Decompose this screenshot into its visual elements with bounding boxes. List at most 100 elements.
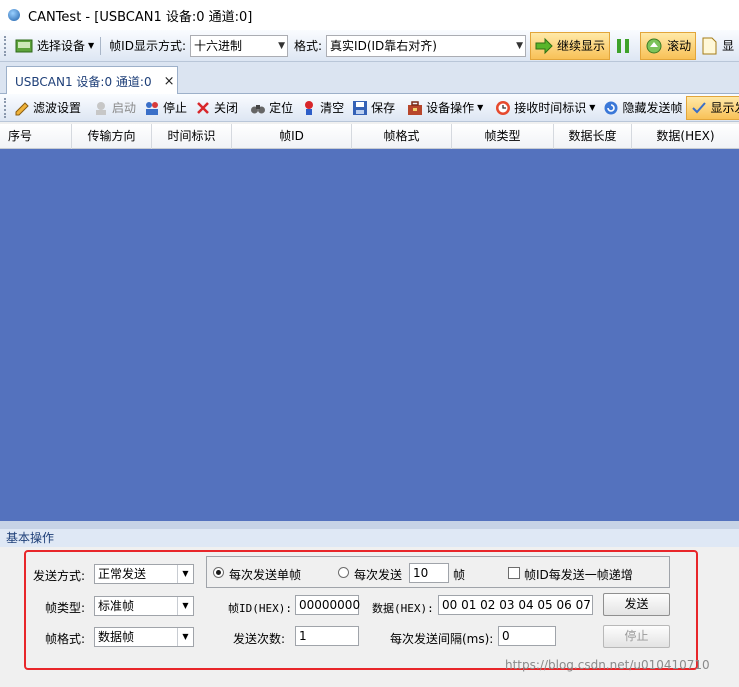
column-header[interactable]: 数据长度 xyxy=(554,124,632,149)
column-header[interactable]: 传输方向 xyxy=(72,124,152,149)
stop-button[interactable]: 停止 xyxy=(140,96,191,120)
clear-label: 清空 xyxy=(320,101,345,115)
frame-id-input[interactable]: 00000000 xyxy=(295,595,360,615)
pause-button[interactable] xyxy=(610,33,640,59)
format-value: 真实ID(ID靠右对齐) xyxy=(330,39,437,53)
panel-splitter[interactable] xyxy=(0,521,739,529)
column-header[interactable]: 帧类型 xyxy=(452,124,554,149)
start-button[interactable]: 启动 xyxy=(89,96,140,120)
id-increment-label: 帧ID每发送一帧递增 xyxy=(524,568,633,582)
app-icon xyxy=(8,9,20,21)
data-label: 数据(HEX): xyxy=(372,602,434,615)
chevron-down-icon: ▼ xyxy=(177,597,193,615)
multi-frame-radio[interactable] xyxy=(338,567,349,578)
start-icon xyxy=(96,101,107,115)
column-header[interactable]: 数据(HEX) xyxy=(632,124,739,149)
locate-label: 定位 xyxy=(269,101,294,115)
interval-label: 每次发送间隔(ms): xyxy=(390,632,494,646)
frame-list-body[interactable] xyxy=(0,149,739,521)
send-count-input[interactable]: 1 xyxy=(295,626,359,646)
device-icon xyxy=(15,39,33,52)
frame-type-value: 标准帧 xyxy=(98,599,135,613)
scroll-label: 滚动 xyxy=(667,39,692,53)
rx-time-label: 接收时间标识 xyxy=(514,101,587,115)
chevron-down-icon: ▼ xyxy=(516,40,524,51)
start-label: 启动 xyxy=(112,101,137,115)
pause-icon xyxy=(617,38,630,53)
select-device-button[interactable]: 选择设备 ▼ xyxy=(11,33,98,59)
refresh-icon xyxy=(604,101,618,114)
close-x-icon xyxy=(197,101,209,114)
single-frame-radio[interactable] xyxy=(213,567,224,578)
format-select[interactable]: 真实ID(ID靠右对齐) ▼ xyxy=(326,34,527,57)
multi-frame-count-input[interactable]: 10 xyxy=(409,563,449,583)
frame-id-display-select[interactable]: 十六进制 ▼ xyxy=(190,34,288,57)
filter-settings-button[interactable]: 滤波设置 xyxy=(10,96,85,120)
frame-type-label: 帧类型: xyxy=(45,601,86,615)
frame-id-display-value: 十六进制 xyxy=(194,39,243,53)
clear-icon xyxy=(305,100,314,115)
tab-usbcan1[interactable]: USBCAN1 设备:0 通道:0 × xyxy=(6,66,178,95)
frame-type-select[interactable]: 标准帧 ▼ xyxy=(94,596,194,616)
filter-icon xyxy=(15,101,29,115)
chevron-down-icon: ▼ xyxy=(477,103,484,112)
column-header[interactable]: 序号 xyxy=(0,124,72,149)
frame-format-select[interactable]: 数据帧 ▼ xyxy=(94,627,194,647)
title-bar: CANTest - [USBCAN1 设备:0 通道:0] xyxy=(0,0,739,30)
binoculars-icon xyxy=(251,104,266,113)
continue-display-label: 继续显示 xyxy=(557,39,606,53)
device-operations-label: 设备操作 xyxy=(426,101,475,115)
chevron-down-icon: ▼ xyxy=(177,628,193,646)
column-header[interactable]: 帧格式 xyxy=(352,124,452,149)
chevron-down-icon: ▼ xyxy=(177,565,193,583)
close-icon[interactable]: × xyxy=(164,74,175,89)
display-label: 显 xyxy=(722,39,735,53)
id-increment-checkbox[interactable] xyxy=(508,567,520,579)
locate-button[interactable]: 定位 xyxy=(246,96,297,120)
frame-format-label: 帧格式: xyxy=(45,632,86,646)
watermark: https://blog.csdn.net/u010410710 xyxy=(505,658,710,672)
send-mode-select[interactable]: 正常发送 ▼ xyxy=(94,564,194,584)
arrow-right-icon xyxy=(535,37,553,54)
scroll-button[interactable]: 滚动 xyxy=(640,31,697,60)
format-label: 格式: xyxy=(294,39,323,53)
save-label: 保存 xyxy=(371,101,396,115)
toolbox-icon xyxy=(408,100,423,115)
toolbar-separator xyxy=(100,36,102,55)
close-channel-label: 关闭 xyxy=(214,101,239,115)
tab-label: USBCAN1 设备:0 通道:0 xyxy=(15,74,152,89)
chevron-down-icon: ▼ xyxy=(88,41,95,50)
hide-send-frames-button[interactable]: 隐藏发送帧 xyxy=(599,96,686,120)
device-operations-button[interactable]: 设备操作 ▼ xyxy=(403,96,487,120)
data-input[interactable]: 00 01 02 03 04 05 06 07 xyxy=(438,595,593,615)
column-header[interactable]: 时间标识 xyxy=(152,124,232,149)
send-mode-value: 正常发送 xyxy=(98,567,147,581)
panel-title: 基本操作 xyxy=(0,529,739,547)
main-toolbar: 选择设备 ▼ 帧ID显示方式: 十六进制 ▼ 格式: 真实ID(ID靠右对齐) … xyxy=(0,30,739,62)
multi-frame-unit: 帧 xyxy=(453,568,466,582)
chevron-down-icon: ▼ xyxy=(278,40,285,51)
document-tab-strip: USBCAN1 设备:0 通道:0 × xyxy=(0,62,739,95)
toolbar-grip[interactable] xyxy=(4,97,6,118)
stop-send-button[interactable]: 停止 xyxy=(603,625,670,648)
interval-input[interactable]: 0 xyxy=(498,626,556,646)
display-send-button[interactable]: 显示发 xyxy=(686,95,739,120)
clear-button[interactable]: 清空 xyxy=(297,96,348,120)
display-button[interactable]: 显 xyxy=(696,33,738,59)
column-header[interactable]: 帧ID xyxy=(232,124,352,149)
continue-display-button[interactable]: 继续显示 xyxy=(530,31,611,60)
single-frame-label: 每次发送单帧 xyxy=(229,568,302,582)
save-button[interactable]: 保存 xyxy=(348,96,399,120)
stop-label: 停止 xyxy=(163,101,188,115)
scroll-icon xyxy=(646,38,662,53)
toolbar-grip[interactable] xyxy=(4,35,7,56)
send-button[interactable]: 发送 xyxy=(603,593,670,616)
close-channel-button[interactable]: 关闭 xyxy=(191,96,242,120)
frame-format-value: 数据帧 xyxy=(98,630,135,644)
frame-list-header: 序号 传输方向 时间标识 帧ID 帧格式 帧类型 数据长度 数据(HEX) xyxy=(0,124,739,149)
filter-settings-label: 滤波设置 xyxy=(33,101,82,115)
send-count-label: 发送次数: xyxy=(233,632,286,646)
rx-time-button[interactable]: 接收时间标识 ▼ xyxy=(491,96,599,120)
send-mode-label: 发送方式: xyxy=(33,569,86,583)
window-title: CANTest - [USBCAN1 设备:0 通道:0] xyxy=(28,9,253,25)
